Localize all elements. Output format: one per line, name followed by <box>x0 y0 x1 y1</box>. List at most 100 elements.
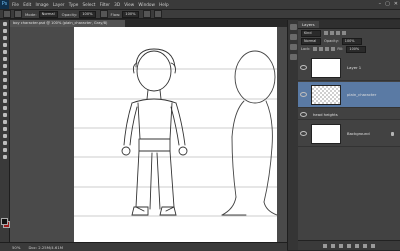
swatches-panel-icon[interactable] <box>290 54 297 60</box>
layer-kind-filter[interactable]: Kind <box>301 29 321 37</box>
healing-tool-icon[interactable] <box>0 62 9 69</box>
layer-row-layer-1[interactable]: Layer 1 <box>298 55 400 81</box>
flow-label: Flow: <box>110 11 121 17</box>
history-panel-icon[interactable] <box>290 24 297 30</box>
layer-thumbnail <box>311 123 341 144</box>
lock-image-icon[interactable] <box>319 47 324 51</box>
menu-type[interactable]: Type <box>69 2 79 7</box>
pen-tool-icon[interactable] <box>0 118 9 125</box>
properties-panel-icon[interactable] <box>290 34 297 40</box>
eye-icon[interactable] <box>300 131 307 136</box>
lock-label: Lock: <box>301 47 311 51</box>
pressure-opacity-icon[interactable] <box>99 10 108 18</box>
close-icon[interactable]: ✕ <box>394 1 398 8</box>
menu-bar: Ps File Edit Image Layer Type Select Fil… <box>0 0 400 10</box>
lock-icon <box>391 131 394 136</box>
new-layer-icon[interactable] <box>363 243 367 248</box>
new-group-icon[interactable] <box>355 243 359 248</box>
layer-row-background[interactable]: Background <box>298 121 400 147</box>
opacity-input[interactable]: 100% <box>79 10 96 18</box>
layer-name: plain_character <box>347 92 377 97</box>
menu-view[interactable]: View <box>124 2 134 7</box>
tools-panel <box>0 20 10 242</box>
marquee-tool-icon[interactable] <box>0 27 9 34</box>
gradient-tool-icon[interactable] <box>0 97 9 104</box>
layers-panel-tab-bar: Layers <box>298 20 400 29</box>
menu-select[interactable]: Select <box>83 2 96 7</box>
layer-filter-row: Kind <box>298 29 400 37</box>
filter-type-icon[interactable] <box>336 31 340 35</box>
options-bar: Mode: Normal Opacity: 100% Flow: 100% <box>0 10 400 19</box>
layer-thumbnail <box>311 57 341 78</box>
link-layers-icon[interactable] <box>323 243 327 248</box>
eraser-tool-icon[interactable] <box>0 90 9 97</box>
layer-opacity-input[interactable]: 100% <box>341 37 362 45</box>
menu-edit[interactable]: Edit <box>23 2 31 7</box>
fill-input[interactable]: 100% <box>346 45 367 53</box>
quick-select-tool-icon[interactable] <box>0 41 9 48</box>
lock-transparent-icon[interactable] <box>313 47 318 51</box>
layers-panel: Layers Kind Normal Opacity: 100% Lock: F… <box>298 20 400 250</box>
mode-label: Mode: <box>25 11 37 17</box>
mode-select[interactable]: Normal <box>38 10 58 18</box>
delete-layer-icon[interactable] <box>371 243 375 248</box>
type-tool-icon[interactable] <box>0 125 9 132</box>
adjustment-layer-icon[interactable] <box>347 243 351 248</box>
tab-layers[interactable]: Layers <box>298 21 319 28</box>
maximize-icon[interactable]: ▢ <box>385 1 390 8</box>
dodge-tool-icon[interactable] <box>0 111 9 118</box>
layer-row-plain-character[interactable]: plain_character <box>298 82 400 108</box>
lasso-tool-icon[interactable] <box>0 34 9 41</box>
minimize-icon[interactable]: – <box>379 1 382 8</box>
document-canvas[interactable] <box>74 27 278 242</box>
foreground-color-swatch[interactable] <box>1 218 8 225</box>
lock-position-icon[interactable] <box>325 47 330 51</box>
shape-tool-icon[interactable] <box>0 139 9 146</box>
blend-mode-select[interactable]: Normal <box>301 37 321 45</box>
brush-preset-icon[interactable] <box>3 10 11 18</box>
add-mask-icon[interactable] <box>339 243 343 248</box>
lock-all-icon[interactable] <box>331 47 336 51</box>
menu-filter[interactable]: Filter <box>100 2 110 7</box>
eye-icon[interactable] <box>300 65 307 70</box>
blur-tool-icon[interactable] <box>0 104 9 111</box>
move-tool-icon[interactable] <box>0 20 9 27</box>
eye-icon[interactable] <box>300 92 307 97</box>
document-tab[interactable]: boy character.psd @ 100% (plain_characte… <box>10 20 125 27</box>
brush-panel-icon[interactable] <box>14 10 22 18</box>
menu-layer[interactable]: Layer <box>53 2 65 7</box>
crop-tool-icon[interactable] <box>0 48 9 55</box>
pressure-size-icon[interactable] <box>153 10 162 18</box>
menu-help[interactable]: Help <box>159 2 169 7</box>
layer-style-icon[interactable] <box>331 243 335 248</box>
eye-icon[interactable] <box>300 111 307 117</box>
menu-image[interactable]: Image <box>36 2 49 7</box>
layer-opacity-label: Opacity: <box>324 39 339 43</box>
zoom-level[interactable]: 50% <box>12 245 20 250</box>
zoom-tool-icon[interactable] <box>0 153 9 160</box>
brush-tool-icon[interactable] <box>0 69 9 76</box>
layer-row-head-heights[interactable]: head heights <box>298 109 400 120</box>
eyedropper-tool-icon[interactable] <box>0 55 9 62</box>
history-brush-tool-icon[interactable] <box>0 83 9 90</box>
path-select-tool-icon[interactable] <box>0 132 9 139</box>
menu-file[interactable]: File <box>12 2 19 7</box>
airbrush-icon[interactable] <box>142 10 151 18</box>
side-view-figure <box>221 50 278 216</box>
character-sketch <box>74 48 278 217</box>
filter-shape-icon[interactable] <box>342 31 346 35</box>
head-height-guides <box>74 68 277 217</box>
layer-thumbnail <box>311 84 341 105</box>
flow-input[interactable]: 100% <box>122 10 139 18</box>
menu-window[interactable]: Window <box>138 2 155 7</box>
document-size: Doc: 2.25M/4.61M <box>28 244 64 250</box>
clone-stamp-tool-icon[interactable] <box>0 76 9 83</box>
filter-adjustment-icon[interactable] <box>330 31 334 35</box>
opacity-label: Opacity: <box>61 11 78 17</box>
fill-label: Fill: <box>337 47 344 51</box>
filter-pixel-icon[interactable] <box>324 31 328 35</box>
hand-tool-icon[interactable] <box>0 146 9 153</box>
brush-panel-icon[interactable] <box>290 44 297 50</box>
lock-row: Lock: Fill: 100% <box>298 45 400 53</box>
menu-3d[interactable]: 3D <box>114 2 120 7</box>
